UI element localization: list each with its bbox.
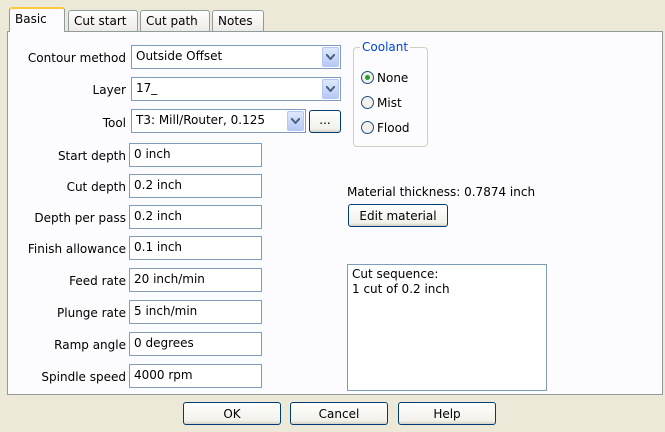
ok-button[interactable]: OK xyxy=(183,402,281,425)
spindle-speed-label: Spindle speed xyxy=(41,370,126,384)
coolant-none-radio[interactable]: None xyxy=(361,71,408,85)
coolant-flood-label: Flood xyxy=(377,121,410,135)
cut-depth-label: Cut depth xyxy=(66,180,126,194)
tool-browse-button[interactable]: ... xyxy=(309,110,341,133)
coolant-mist-radio[interactable]: Mist xyxy=(361,96,402,110)
layer-label: Layer xyxy=(92,83,126,97)
start-depth-label: Start depth xyxy=(57,149,126,163)
layer-select[interactable]: 17_ xyxy=(131,77,341,101)
feed-rate-label: Feed rate xyxy=(69,274,126,288)
material-thickness: Material thickness: 0.7874 inch xyxy=(347,185,536,199)
depth-per-pass-input[interactable]: 0.2 inch xyxy=(129,205,262,229)
tool-value: T3: Mill/Router, 0.125 xyxy=(136,113,265,127)
spindle-speed-input[interactable]: 4000 rpm xyxy=(129,364,262,388)
contour-method-label: Contour method xyxy=(27,51,126,65)
cancel-button[interactable]: Cancel xyxy=(290,402,388,425)
depth-per-pass-label: Depth per pass xyxy=(34,211,126,225)
chevron-down-icon[interactable] xyxy=(322,79,339,99)
coolant-mist-label: Mist xyxy=(377,96,402,110)
contour-method-value: Outside Offset xyxy=(136,49,223,63)
plunge-rate-input[interactable]: 5 inch/min xyxy=(129,300,262,324)
cut-sequence-box: Cut sequence: 1 cut of 0.2 inch xyxy=(347,264,547,391)
tool-label: Tool xyxy=(102,116,126,130)
ramp-angle-input[interactable]: 0 degrees xyxy=(129,332,262,356)
feed-rate-input[interactable]: 20 inch/min xyxy=(129,268,262,292)
chevron-down-icon[interactable] xyxy=(322,47,339,67)
radio-icon[interactable] xyxy=(361,96,374,109)
coolant-none-label: None xyxy=(377,71,409,85)
contour-method-select[interactable]: Outside Offset xyxy=(131,45,341,69)
finish-allowance-input[interactable]: 0.1 inch xyxy=(129,236,262,260)
ramp-angle-label: Ramp angle xyxy=(54,338,126,352)
tool-select[interactable]: T3: Mill/Router, 0.125 xyxy=(131,109,306,133)
finish-allowance-label: Finish allowance xyxy=(27,242,126,256)
coolant-title: Coolant xyxy=(360,40,411,54)
start-depth-input[interactable]: 0 inch xyxy=(129,143,262,167)
cut-depth-input[interactable]: 0.2 inch xyxy=(129,174,262,198)
plunge-rate-label: Plunge rate xyxy=(57,306,126,320)
layer-value: 17_ xyxy=(136,81,158,95)
radio-selected-icon[interactable] xyxy=(361,71,374,84)
radio-icon[interactable] xyxy=(361,121,374,134)
help-button[interactable]: Help xyxy=(398,402,496,425)
coolant-flood-radio[interactable]: Flood xyxy=(361,121,410,135)
edit-material-button[interactable]: Edit material xyxy=(348,204,448,227)
chevron-down-icon[interactable] xyxy=(287,111,304,131)
